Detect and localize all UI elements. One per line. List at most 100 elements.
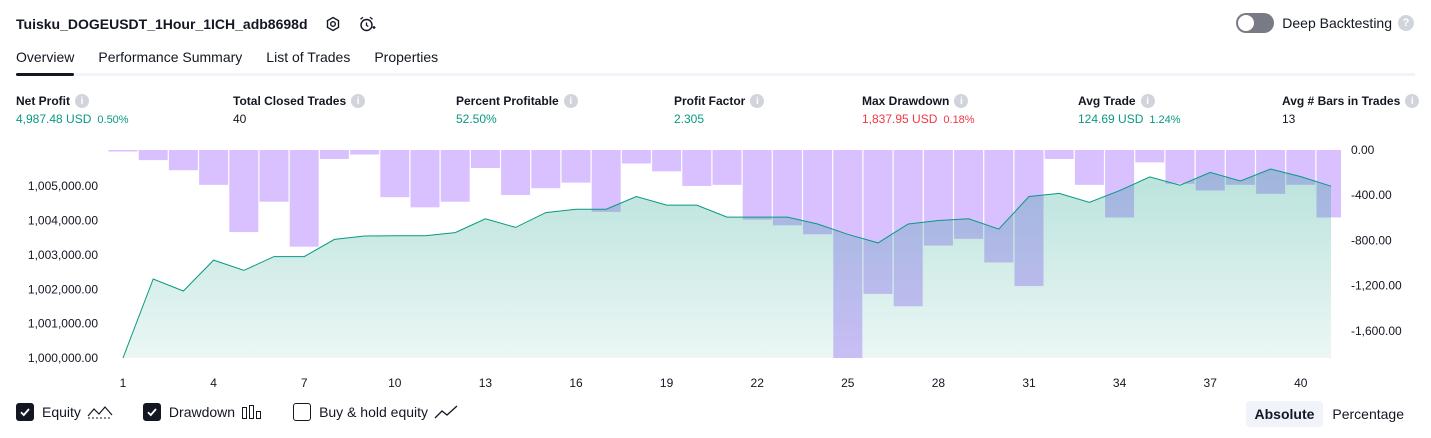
y-left-tick-label: 1,000,000.00 <box>28 351 98 365</box>
drawdown-bar <box>561 150 591 183</box>
y-right-tick-label: 0.00 <box>1351 143 1375 157</box>
metric-percent: 0.18% <box>943 114 975 126</box>
info-icon[interactable]: i <box>1405 94 1420 108</box>
metric-value: 2.305 <box>674 112 705 126</box>
drawdown-bar <box>772 150 802 226</box>
metric-value: 4,987.48 USD <box>16 112 92 126</box>
drawdown-bar <box>138 150 168 161</box>
drawdown-bar <box>199 150 229 185</box>
legend-buy-hold-equity[interactable]: Buy & hold equity <box>293 403 458 421</box>
y-left-tick-label: 1,003,000.00 <box>28 248 98 262</box>
drawdown-bar <box>1074 150 1104 185</box>
tab-performance-summary[interactable]: Performance Summary <box>98 46 242 73</box>
x-tick-label: 13 <box>479 376 493 390</box>
metric-label: Net Profit <box>16 94 70 108</box>
metric-value: 52.50% <box>456 112 497 126</box>
y-right-tick-label: -400.00 <box>1351 188 1392 202</box>
legend-label: Equity <box>42 404 81 420</box>
metric-percent: 0.50% <box>97 114 129 126</box>
equity-drawdown-chart[interactable]: 1,005,000.00 1,004,000.00 1,003,000.00 1,00… <box>0 140 1431 390</box>
mode-percentage-button[interactable]: Percentage <box>1323 401 1413 427</box>
drawdown-bar <box>470 150 500 168</box>
info-icon[interactable]: i <box>351 94 366 108</box>
y-left-tick-label: 1,001,000.00 <box>28 317 98 331</box>
drawdown-bar <box>712 150 742 185</box>
drawdown-bar <box>259 150 289 202</box>
x-tick-label: 16 <box>569 376 583 390</box>
drawdown-bar <box>501 150 531 195</box>
chart-legend: Equity Drawdown Buy & hold equity <box>16 403 488 421</box>
legend-label: Buy & hold equity <box>319 404 429 420</box>
alarm-clock-plus-icon[interactable] <box>358 15 376 33</box>
metric-value: 40 <box>233 112 247 126</box>
metric-value: 124.69 USD <box>1078 112 1144 126</box>
info-icon[interactable]: i <box>954 94 969 108</box>
drawdown-bar <box>289 150 319 247</box>
checkbox-unchecked-icon[interactable] <box>293 403 312 421</box>
drawdown-bar <box>108 150 138 152</box>
y-left-tick-label: 1,005,000.00 <box>28 179 98 193</box>
equity-line-icon <box>87 404 113 420</box>
metric-label: Profit Factor <box>674 94 746 108</box>
metric-percent: 1.24% <box>1149 114 1181 126</box>
metric-percent-profitable: Percent Profitable i 52.50% <box>456 94 578 126</box>
metric-avg-trade: Avg Trade i 124.69 USD 1.24% <box>1078 94 1181 126</box>
x-tick-label: 4 <box>210 376 217 390</box>
y-right-tick-label: -800.00 <box>1351 233 1392 247</box>
y-right-tick-label: -1,200.00 <box>1351 279 1402 293</box>
info-icon[interactable]: i <box>750 94 765 108</box>
toggle-knob <box>1238 15 1255 31</box>
help-icon[interactable]: ? <box>1398 15 1414 31</box>
tab-properties[interactable]: Properties <box>374 46 438 73</box>
tab-list-of-trades[interactable]: List of Trades <box>266 46 350 73</box>
checkbox-checked-icon[interactable] <box>16 403 34 421</box>
drawdown-bar <box>531 150 561 189</box>
deep-backtesting: Deep Backtesting ? <box>1236 13 1414 33</box>
x-tick-label: 28 <box>932 376 946 390</box>
x-tick-label: 34 <box>1113 376 1127 390</box>
drawdown-bar <box>380 150 410 198</box>
display-mode-switch: Absolute Percentage <box>1245 401 1414 427</box>
trend-line-icon <box>434 404 458 420</box>
drawdown-bar <box>1135 150 1165 163</box>
legend-equity[interactable]: Equity <box>16 403 113 421</box>
metric-value: 1,837.95 USD <box>862 112 938 126</box>
x-tick-label: 37 <box>1204 376 1218 390</box>
deep-backtesting-toggle[interactable] <box>1236 13 1275 33</box>
strategy-name: Tuisku_DOGEUSDT_1Hour_1ICH_adb8698d <box>16 16 308 32</box>
metric-label: Max Drawdown <box>862 94 950 108</box>
drawdown-bar <box>682 150 712 186</box>
y-right-tick-label: -1,600.00 <box>1351 324 1402 338</box>
drawdown-bar <box>652 150 682 172</box>
info-icon[interactable]: i <box>563 94 578 108</box>
drawdown-bar <box>229 150 259 233</box>
legend-drawdown[interactable]: Drawdown <box>142 403 263 421</box>
metric-value: 13 <box>1282 112 1296 126</box>
metric-label: Percent Profitable <box>456 94 559 108</box>
x-tick-label: 25 <box>841 376 855 390</box>
info-icon[interactable]: i <box>75 94 89 108</box>
x-tick-label: 7 <box>301 376 308 390</box>
metrics-row: Net Profit i 4,987.48 USD 0.50% Total Clos… <box>16 94 1420 130</box>
bars-icon <box>241 404 263 420</box>
metric-label: Avg # Bars in Trades <box>1282 94 1401 108</box>
drawdown-bar <box>319 150 349 159</box>
tab-overview[interactable]: Overview <box>16 46 75 76</box>
gear-icon[interactable] <box>324 15 342 33</box>
mode-absolute-button[interactable]: Absolute <box>1245 401 1324 427</box>
x-tick-label: 31 <box>1022 376 1036 390</box>
x-tick-label: 19 <box>660 376 674 390</box>
metric-profit-factor: Profit Factor i 2.305 <box>674 94 765 126</box>
drawdown-bar <box>742 150 772 220</box>
deep-backtesting-label: Deep Backtesting <box>1282 15 1392 31</box>
checkbox-checked-icon[interactable] <box>142 403 161 421</box>
metric-label: Avg Trade <box>1078 94 1136 108</box>
x-tick-label: 10 <box>388 376 402 390</box>
drawdown-bar <box>591 150 621 212</box>
info-icon[interactable]: i <box>1140 94 1155 108</box>
y-left-tick-label: 1,004,000.00 <box>28 214 98 228</box>
x-tick-label: 22 <box>751 376 765 390</box>
metric-avg-bars-in-trades: Avg # Bars in Trades i 13 <box>1282 94 1420 126</box>
drawdown-bar <box>1165 150 1195 184</box>
drawdown-bar <box>440 150 470 202</box>
